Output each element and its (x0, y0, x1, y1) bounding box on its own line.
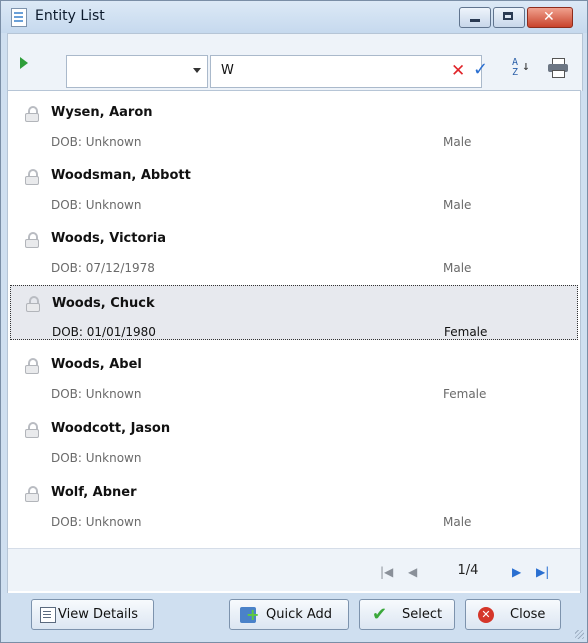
lock-icon (25, 422, 39, 438)
quick-add-button[interactable]: Quick Add (229, 599, 349, 630)
sort-az-icon[interactable]: A Z ↓ (512, 56, 534, 80)
view-details-label: View Details (58, 607, 139, 622)
entity-gender: Male (443, 198, 472, 212)
clear-search-icon[interactable]: ✕ (451, 61, 465, 81)
entity-gender: Female (444, 325, 488, 339)
search-input[interactable]: W ✕ ✓ (210, 55, 488, 88)
first-page-icon[interactable]: |◀ (380, 565, 393, 579)
entity-dob: DOB: Unknown (51, 387, 142, 401)
quick-add-icon (240, 605, 259, 624)
close-button[interactable]: ✕ Close (465, 599, 561, 630)
entity-name: Woodsman, Abbott (51, 168, 191, 183)
lock-icon (25, 169, 39, 185)
entity-dob: DOB: 01/01/1980 (52, 325, 156, 339)
entity-name: Woods, Chuck (52, 296, 155, 311)
title-bar[interactable]: Entity List ✕ (1, 1, 587, 33)
maximize-icon (503, 12, 513, 20)
entity-name: Woods, Victoria (51, 231, 167, 246)
resize-grip[interactable] (575, 630, 584, 639)
window-title: Entity List (35, 8, 105, 24)
print-icon[interactable] (548, 58, 568, 78)
entity-gender: Male (443, 261, 472, 275)
close-icon: ✕ (543, 9, 555, 25)
lock-icon (26, 296, 40, 312)
list-item-selected[interactable]: Woods, Chuck DOB: 01/01/1980 Female (10, 285, 578, 340)
close-label: Close (510, 607, 546, 622)
list-item[interactable]: Woodsman, Abbott DOB: Unknown Male (10, 154, 578, 214)
select-label: Select (402, 607, 443, 622)
close-circle-icon: ✕ (478, 607, 494, 623)
lock-icon (25, 358, 39, 374)
previous-page-icon[interactable]: ◀ (408, 565, 417, 579)
window-close-button[interactable]: ✕ (527, 7, 573, 28)
entity-name: Woods, Abel (51, 357, 142, 372)
select-button[interactable]: ✔ Select (359, 599, 455, 630)
entity-name: Wysen, Aaron (51, 105, 153, 120)
list-item[interactable]: Woodcott, Jason DOB: Unknown (10, 407, 578, 467)
list-document-icon (11, 8, 27, 27)
apply-search-icon[interactable]: ✓ (473, 59, 488, 80)
minimize-icon (470, 19, 480, 22)
list-item[interactable]: Wysen, Aaron DOB: Unknown Male (10, 91, 578, 151)
checkmark-icon: ✔ (372, 604, 388, 625)
page-indicator: 1/4 (457, 563, 479, 578)
minimize-button[interactable] (459, 7, 491, 28)
chevron-down-icon[interactable] (193, 68, 201, 73)
view-details-icon (40, 607, 56, 623)
entity-dob: DOB: Unknown (51, 451, 142, 465)
entity-name: Woodcott, Jason (51, 421, 171, 436)
view-details-button[interactable]: View Details (31, 599, 154, 630)
lock-icon (25, 106, 39, 122)
maximize-button[interactable] (493, 7, 525, 28)
lock-icon (25, 486, 39, 502)
entity-list-window: Entity List ✕ W ✕ ✓ A Z ↓ Wysen, Aaron DOB… (0, 0, 588, 643)
entity-dob: DOB: Unknown (51, 135, 142, 149)
list-item[interactable]: Woods, Abel DOB: Unknown Female (10, 343, 578, 403)
run-search-icon[interactable] (20, 57, 28, 69)
entity-dob: DOB: Unknown (51, 198, 142, 212)
quick-add-label: Quick Add (266, 607, 333, 622)
entity-dob: DOB: Unknown (51, 515, 142, 529)
search-input-value[interactable]: W (221, 63, 234, 78)
entity-gender: Male (443, 515, 472, 529)
entity-gender: Male (443, 135, 472, 149)
pagination-bar: |◀ ◀ 1/4 ▶ ▶| (8, 548, 580, 591)
search-toolbar: W ✕ ✓ A Z ↓ (7, 33, 583, 91)
action-button-bar: View Details Quick Add ✔ Select ✕ Close (1, 593, 587, 642)
filter-dropdown[interactable] (66, 55, 208, 88)
list-item[interactable]: Woods, Victoria DOB: 07/12/1978 Male (10, 217, 578, 277)
lock-icon (25, 232, 39, 248)
list-item[interactable]: Wolf, Abner DOB: Unknown Male (10, 471, 578, 531)
entity-dob: DOB: 07/12/1978 (51, 261, 155, 275)
entity-gender: Female (443, 387, 487, 401)
entity-name: Wolf, Abner (51, 485, 137, 500)
next-page-icon[interactable]: ▶ (512, 565, 521, 579)
last-page-icon[interactable]: ▶| (536, 565, 549, 579)
